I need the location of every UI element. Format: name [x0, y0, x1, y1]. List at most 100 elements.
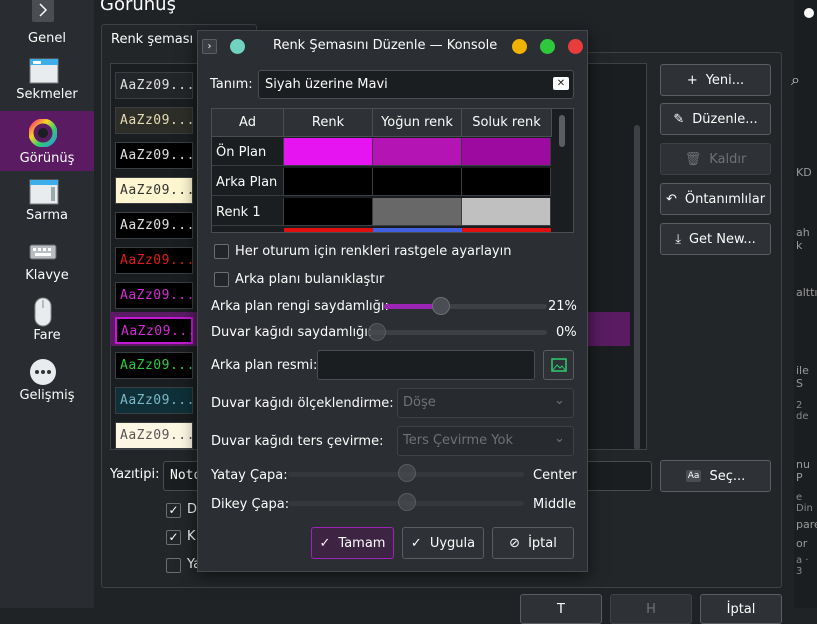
close-icon[interactable]	[568, 39, 583, 54]
cancel-button[interactable]: ⊘ İptal	[492, 527, 574, 559]
h-anchor-slider-handle[interactable]	[398, 464, 416, 482]
get-new-button[interactable]: ⤓ Get New...	[660, 223, 771, 255]
random-colors-label: Her oturum için renkleri rastgele ayarla…	[235, 244, 512, 259]
defaults-button[interactable]: ↶ Öntanımlılar	[660, 183, 771, 215]
checkbox-3[interactable]	[166, 558, 181, 573]
color-cell[interactable]	[284, 138, 373, 166]
column-header-color[interactable]: Renk	[284, 109, 373, 137]
checkbox-2-label: K	[187, 529, 196, 544]
color-cell[interactable]	[462, 168, 551, 196]
sidebar-item-tabs[interactable]: Sekmeler	[0, 54, 94, 114]
clear-icon[interactable]: ✕	[553, 77, 569, 90]
checkbox-2[interactable]: ✓	[166, 530, 181, 545]
sidebar-item-general[interactable]: Genel	[0, 0, 94, 52]
sidebar-item-label: Fare	[33, 328, 61, 343]
chevron-right-icon	[29, 0, 57, 28]
new-button[interactable]: + Yeni...	[660, 64, 771, 96]
bg-opacity-value: 21%	[548, 299, 577, 314]
description-field[interactable]: Siyah üzerine Mavi ✕	[258, 70, 574, 99]
maximize-icon[interactable]	[540, 39, 555, 54]
list-item[interactable]: AaZz09...	[115, 72, 194, 99]
list-item[interactable]: AaZz09...	[115, 142, 194, 169]
minimize-icon[interactable]	[512, 39, 527, 54]
background-text: pare	[796, 518, 817, 531]
table-row-name: Ön Plan	[212, 138, 284, 166]
window-menu-icon[interactable]: ›	[202, 39, 217, 54]
color-cell[interactable]	[284, 198, 373, 226]
bottom-button-2[interactable]: H	[610, 594, 692, 624]
page-title: Görünüş	[100, 0, 176, 15]
color-cell[interactable]	[373, 168, 462, 196]
scaling-select[interactable]: Döşe ⌄	[397, 388, 574, 418]
flip-select[interactable]: Ters Çevirme Yok ⌄	[397, 426, 574, 456]
description-value: Siyah üzerine Mavi	[265, 77, 388, 92]
sidebar-item-mouse[interactable]: Fare	[0, 295, 94, 355]
background-text: KD	[796, 166, 812, 179]
color-cell[interactable]	[373, 228, 462, 232]
dialog-titlebar[interactable]: › Renk Şemasını Düzenle — Konsole	[198, 31, 587, 60]
background-text: a · 3	[796, 555, 809, 577]
column-header-intense[interactable]: Yoğun renk	[373, 109, 462, 137]
wallpaper-opacity-slider-handle[interactable]	[368, 323, 386, 341]
list-item[interactable]: AaZz09...	[115, 352, 194, 379]
column-header-name[interactable]: Ad	[212, 109, 284, 137]
sidebar-item-appearance[interactable]: Görünüş	[0, 111, 94, 171]
browse-image-button[interactable]	[543, 350, 574, 380]
keep-above-icon[interactable]	[230, 39, 245, 54]
sidebar-item-label: Sekmeler	[16, 87, 78, 102]
column-header-faint[interactable]: Soluk renk	[462, 109, 552, 137]
sidebar-item-keyboard[interactable]: Klavye	[0, 235, 94, 295]
sidebar-item-label: Genel	[28, 31, 66, 46]
sidebar-item-advanced[interactable]: Gelişmiş	[0, 355, 94, 415]
color-cell[interactable]	[462, 198, 551, 226]
color-cell[interactable]	[373, 198, 462, 226]
color-cell[interactable]	[284, 228, 373, 232]
image-icon	[550, 358, 567, 372]
chevron-down-icon: ⌄	[554, 393, 565, 408]
list-item[interactable]: AaZz09...	[115, 282, 194, 309]
undo-icon: ↶	[665, 191, 677, 207]
edit-button[interactable]: ✎ Düzenle...	[660, 103, 771, 135]
color-cell[interactable]	[373, 138, 462, 166]
color-cell[interactable]	[284, 168, 373, 196]
color-table[interactable]: Ad Renk Yoğun renk Soluk renk Ön Plan Ar…	[211, 108, 574, 233]
list-item[interactable]: AaZz09...	[115, 317, 195, 344]
choose-font-button[interactable]: Aa Seç...	[660, 460, 771, 492]
wallpaper-opacity-label: Duvar kağıdı saydamlığı:	[211, 325, 373, 340]
list-item[interactable]: AaZz09...	[115, 212, 194, 239]
list-item[interactable]: AaZz09...	[115, 422, 194, 449]
bottom-cancel-button[interactable]: İptal	[700, 594, 782, 624]
window-dot	[804, 8, 814, 18]
color-cell[interactable]	[462, 228, 551, 232]
bg-image-field[interactable]	[317, 350, 535, 380]
sidebar-item-label: Görünüş	[19, 151, 75, 166]
table-scrollbar[interactable]	[559, 115, 565, 147]
remove-button[interactable]: 🗑 Kaldır	[660, 143, 771, 175]
apply-button[interactable]: ✓ Uygula	[402, 527, 484, 559]
download-icon: ⤓	[675, 231, 681, 247]
list-item[interactable]: AaZz09...	[115, 107, 194, 134]
random-colors-checkbox[interactable]	[214, 244, 229, 259]
background-text: e Din	[796, 492, 813, 514]
list-item[interactable]: AaZz09...	[115, 247, 194, 274]
keyboard-icon	[29, 240, 57, 268]
bg-opacity-slider[interactable]	[384, 304, 547, 309]
blur-checkbox[interactable]	[214, 272, 229, 287]
background-window: ⌕ KD ah k alttı ile S 2 de nu P e Din pa…	[791, 0, 817, 608]
sidebar-item-label: Gelişmiş	[19, 388, 75, 403]
color-cell[interactable]	[462, 138, 551, 166]
more-icon	[29, 358, 57, 386]
v-anchor-slider-handle[interactable]	[398, 493, 416, 511]
bg-opacity-slider-handle[interactable]	[432, 297, 450, 315]
checkbox-1-label: D	[187, 502, 198, 517]
list-item[interactable]: AaZz09...	[115, 177, 194, 204]
ok-button[interactable]: ✓ Tamam	[311, 527, 394, 559]
bottom-button-1[interactable]: T	[520, 594, 602, 624]
checkbox-1[interactable]: ✓	[166, 503, 181, 518]
sidebar-item-scroll[interactable]: Sarma	[0, 175, 94, 235]
font-label: Yazıtipi:	[110, 467, 160, 482]
list-scrollbar[interactable]	[634, 125, 640, 450]
wallpaper-opacity-slider[interactable]	[368, 330, 547, 335]
list-item[interactable]: AaZz09...	[115, 387, 194, 414]
v-anchor-label: Dikey Çapa:	[211, 497, 290, 512]
